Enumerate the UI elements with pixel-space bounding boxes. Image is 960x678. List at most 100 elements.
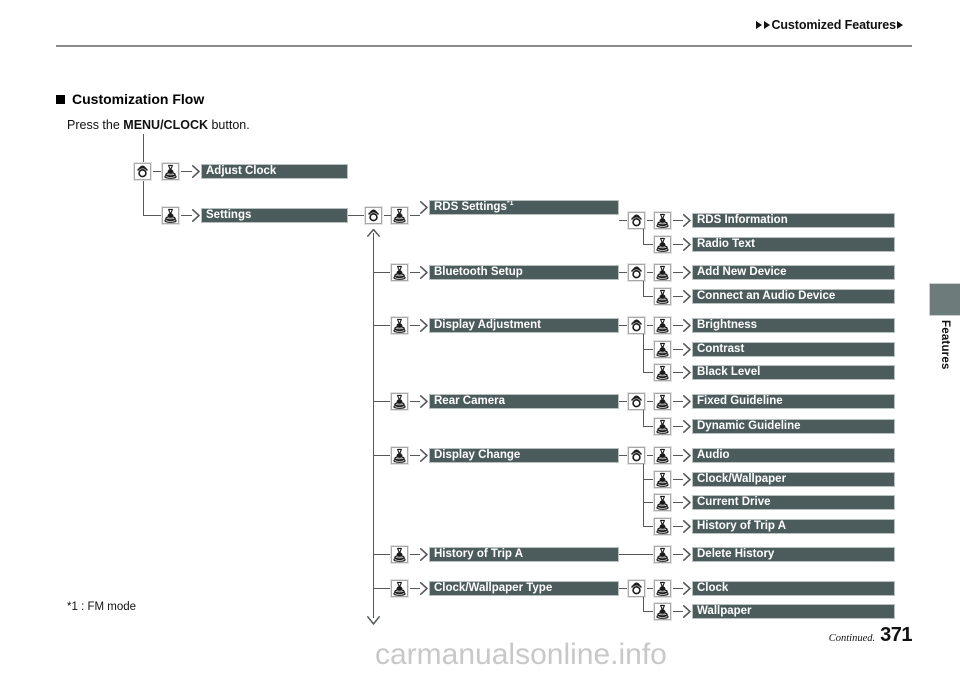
connector-line (643, 296, 654, 297)
flow-node-bar[interactable]: Radio Text (692, 237, 895, 252)
arrow-down-icon (367, 613, 380, 625)
connector-line (410, 588, 420, 589)
connector-line (643, 229, 644, 244)
connector-line (410, 401, 420, 402)
flow-node-bar[interactable]: History of Trip A (429, 547, 619, 562)
connector-line (673, 455, 683, 456)
flow-node-label: Add New Device (697, 266, 787, 278)
connector-line (643, 426, 654, 427)
connector-line (143, 215, 162, 216)
connector-line (384, 215, 391, 216)
connector-line (373, 272, 391, 273)
flow-node-bar[interactable]: Wallpaper (692, 604, 895, 619)
connector-line (643, 502, 654, 503)
connector-line (619, 588, 628, 589)
arrow-head-icon (683, 582, 691, 595)
connector-line (619, 272, 628, 273)
press-knob-icon (654, 288, 671, 305)
flow-node-bar[interactable]: History of Trip A (692, 519, 895, 534)
connector-line (673, 588, 683, 589)
connector-line (410, 325, 420, 326)
flow-node-bar[interactable]: Delete History (692, 547, 895, 562)
connector-line (373, 455, 391, 456)
flow-node-label: RDS Information (697, 214, 788, 226)
flow-node-label: Clock (697, 582, 729, 594)
arrow-head-icon (683, 605, 691, 618)
flow-node-bar[interactable]: Settings (201, 208, 348, 223)
arrow-head-icon (683, 238, 691, 251)
connector-line (673, 426, 683, 427)
flow-node-bar[interactable]: Adjust Clock (201, 164, 348, 179)
arrow-head-icon (683, 548, 691, 561)
flow-node-bar[interactable]: Display Adjustment (429, 318, 619, 333)
flow-node-bar[interactable]: Contrast (692, 342, 895, 357)
flow-node-bar[interactable]: Add New Device (692, 265, 895, 280)
rotate-knob-icon (134, 163, 151, 180)
connector-line (647, 325, 654, 326)
footnote-marker: *1 (506, 200, 514, 208)
connector-line (673, 401, 683, 402)
connector-line (673, 272, 683, 273)
connector-line (647, 455, 654, 456)
arrow-head-icon (683, 395, 691, 408)
connector-line (153, 171, 162, 172)
rotate-knob-icon (628, 393, 645, 410)
press-knob-icon (654, 317, 671, 334)
arrow-head-icon (683, 214, 691, 227)
press-knob-icon (654, 546, 671, 563)
connector-line (647, 588, 654, 589)
connector-line (373, 401, 391, 402)
flow-node-bar[interactable]: Connect an Audio Device (692, 289, 895, 304)
connector-line (643, 479, 654, 480)
flow-node-label: RDS Settings (434, 201, 507, 213)
arrow-head-icon (420, 548, 428, 561)
arrow-head-icon (420, 582, 428, 595)
flow-node-bar[interactable]: Current Drive (692, 495, 895, 510)
connector-line (643, 372, 654, 373)
connector-line (643, 611, 654, 612)
press-knob-icon (391, 264, 408, 281)
flow-node-bar[interactable]: Clock (692, 581, 895, 596)
flow-node-bar[interactable]: Black Level (692, 365, 895, 380)
connector-line (348, 215, 365, 216)
flow-node-label: Bluetooth Setup (434, 266, 523, 278)
flow-node-bar[interactable]: Dynamic Guideline (692, 419, 895, 434)
connector-line (373, 588, 391, 589)
flow-node-label: Connect an Audio Device (697, 290, 836, 302)
flow-node-bar[interactable]: Audio (692, 448, 895, 463)
connector-line (643, 526, 654, 527)
connector-line (673, 611, 683, 612)
press-knob-icon (391, 447, 408, 464)
flow-node-label: Brightness (697, 319, 758, 331)
flow-node-bar[interactable]: RDS Settings*1 (429, 200, 619, 215)
flow-node-bar[interactable]: Clock/Wallpaper Type (429, 581, 619, 596)
flow-node-label: Audio (697, 449, 730, 461)
connector-line (643, 464, 644, 526)
flow-node-label: Delete History (697, 548, 775, 560)
flow-node-bar[interactable]: Fixed Guideline (692, 394, 895, 409)
press-knob-icon (654, 212, 671, 229)
flow-node-label: Current Drive (697, 496, 771, 508)
flow-node-bar[interactable]: Bluetooth Setup (429, 265, 619, 280)
connector-line (673, 554, 683, 555)
flow-node-bar[interactable]: Rear Camera (429, 394, 619, 409)
connector-line (619, 455, 628, 456)
press-knob-icon (654, 393, 671, 410)
connector-line (643, 334, 644, 372)
connector-line (619, 220, 628, 221)
press-knob-icon (654, 364, 671, 381)
arrow-head-icon (683, 473, 691, 486)
connector-line (673, 220, 683, 221)
flow-node-label: History of Trip A (434, 548, 524, 560)
flow-node-bar[interactable]: Clock/Wallpaper (692, 472, 895, 487)
flow-node-bar[interactable]: RDS Information (692, 213, 895, 228)
flow-node-bar[interactable]: Brightness (692, 318, 895, 333)
arrow-head-icon (683, 343, 691, 356)
connector-line (647, 401, 654, 402)
connector-line (673, 526, 683, 527)
flow-node-bar[interactable]: Display Change (429, 448, 619, 463)
flow-node-label: Clock/Wallpaper Type (434, 582, 553, 594)
arrow-head-icon (683, 366, 691, 379)
connector-line (673, 296, 683, 297)
flow-node-label: Radio Text (697, 238, 755, 250)
